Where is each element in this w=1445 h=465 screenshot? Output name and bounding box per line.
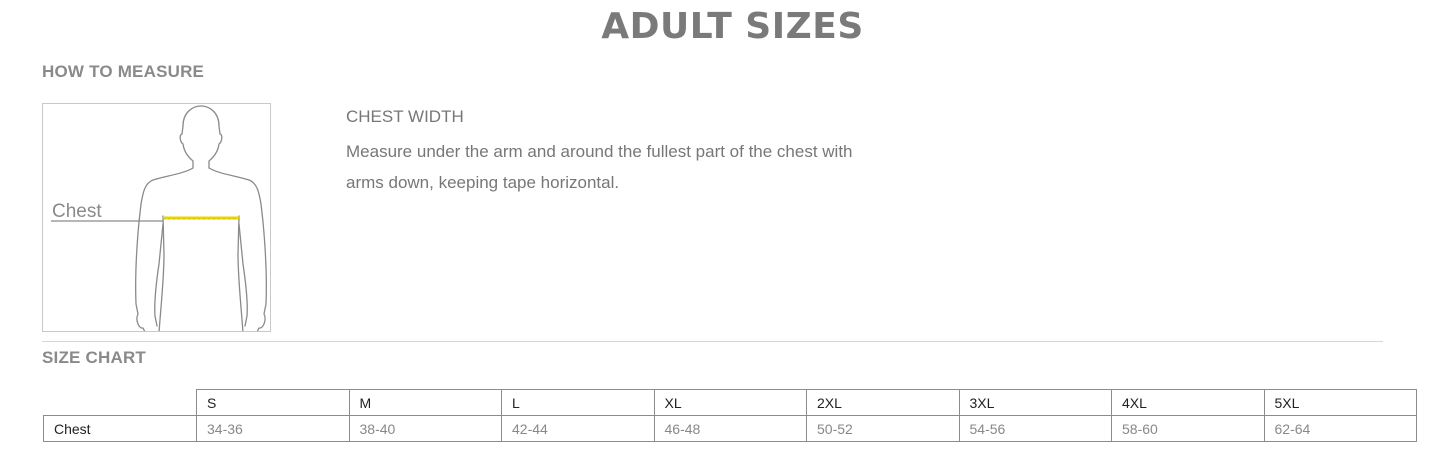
row-label-chest: Chest: [43, 415, 197, 442]
size-header-row: S M L XL 2XL 3XL 4XL 5XL: [43, 389, 1417, 416]
size-chart-heading: SIZE CHART: [42, 348, 146, 367]
measure-title: CHEST WIDTH: [346, 107, 464, 126]
chest-value-l: 42-44: [501, 415, 655, 442]
size-chart-table: S M L XL 2XL 3XL 4XL 5XL Chest 34-36 38-…: [43, 389, 1417, 442]
size-header-m: M: [348, 389, 502, 416]
chest-value-5xl: 62-64: [1263, 415, 1417, 442]
chest-value-3xl: 54-56: [958, 415, 1112, 442]
size-header-4xl: 4XL: [1111, 389, 1265, 416]
size-header-s: S: [196, 389, 350, 416]
chest-value-s: 34-36: [196, 415, 350, 442]
size-header-xl: XL: [653, 389, 807, 416]
how-to-measure-heading: HOW TO MEASURE: [42, 62, 205, 81]
chest-value-xl: 46-48: [653, 415, 807, 442]
size-header-3xl: 3XL: [958, 389, 1112, 416]
measure-description: Measure under the arm and around the ful…: [346, 142, 853, 192]
section-divider: [42, 341, 1383, 342]
figure-chest-label: Chest: [52, 201, 102, 222]
chest-value-m: 38-40: [348, 415, 502, 442]
measurement-figure: Chest: [42, 103, 271, 332]
chest-value-4xl: 58-60: [1111, 415, 1265, 442]
size-header-l: L: [501, 389, 655, 416]
size-header-5xl: 5XL: [1263, 389, 1417, 416]
table-corner-cell: [43, 389, 197, 416]
chest-value-2xl: 50-52: [806, 415, 960, 442]
table-row: Chest 34-36 38-40 42-44 46-48 50-52 54-5…: [43, 415, 1417, 442]
size-header-2xl: 2XL: [806, 389, 960, 416]
page-title: ADULT SIZES: [601, 6, 864, 47]
